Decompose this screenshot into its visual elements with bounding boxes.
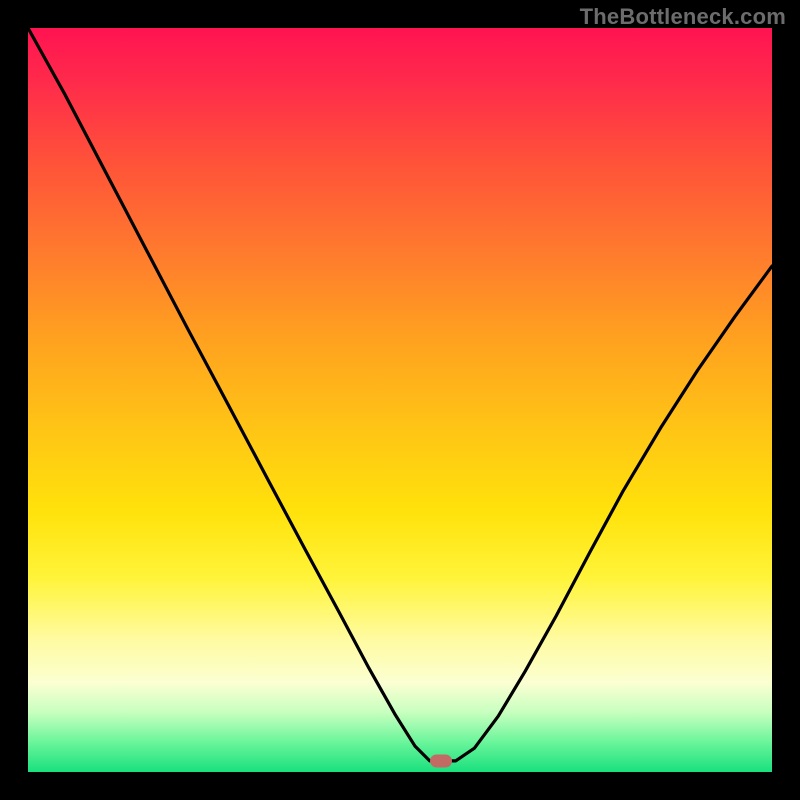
chart-frame: TheBottleneck.com — [0, 0, 800, 800]
plot-area — [28, 28, 772, 772]
watermark-label: TheBottleneck.com — [580, 4, 786, 30]
curve-path — [28, 28, 772, 761]
optimal-point-marker — [430, 754, 452, 767]
bottleneck-curve — [28, 28, 772, 772]
